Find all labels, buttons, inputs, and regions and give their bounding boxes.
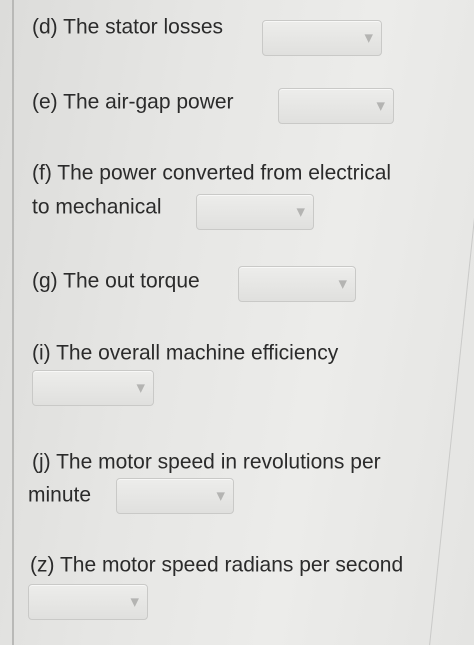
efficiency-dropdown[interactable]: ▼ <box>32 370 154 406</box>
page-border <box>12 0 14 645</box>
stator-losses-dropdown[interactable]: ▼ <box>262 20 382 56</box>
speed-rad-per-sec-dropdown[interactable]: ▼ <box>28 584 148 620</box>
air-gap-power-dropdown[interactable]: ▼ <box>278 88 394 124</box>
chevron-down-icon: ▼ <box>136 381 145 395</box>
question-i-label: (i) The overall machine efficiency <box>32 341 339 365</box>
question-j-label-line2: minute <box>28 483 92 507</box>
chevron-down-icon: ▼ <box>338 277 347 291</box>
output-torque-dropdown[interactable]: ▼ <box>238 266 356 302</box>
chevron-down-icon: ▼ <box>364 31 373 45</box>
question-j-label-line1: (j) The motor speed in revolutions per <box>32 450 381 474</box>
question-d-label: (d) The stator losses <box>32 15 224 39</box>
question-e-label: (e) The air-gap power <box>32 90 234 114</box>
chevron-down-icon: ▼ <box>296 205 305 219</box>
chevron-down-icon: ▼ <box>376 99 385 113</box>
question-z-label: (z) The motor speed radians per second <box>30 553 404 577</box>
power-converted-dropdown[interactable]: ▼ <box>196 194 314 230</box>
speed-rpm-dropdown[interactable]: ▼ <box>116 478 234 514</box>
chevron-down-icon: ▼ <box>130 595 139 609</box>
chevron-down-icon: ▼ <box>216 489 225 503</box>
question-g-label: (g) The out torque <box>32 269 200 293</box>
question-f-label-line1: (f) The power converted from electrical <box>32 161 392 185</box>
question-f-label-line2: to mechanical <box>32 195 162 219</box>
page-edge-line <box>429 0 474 645</box>
